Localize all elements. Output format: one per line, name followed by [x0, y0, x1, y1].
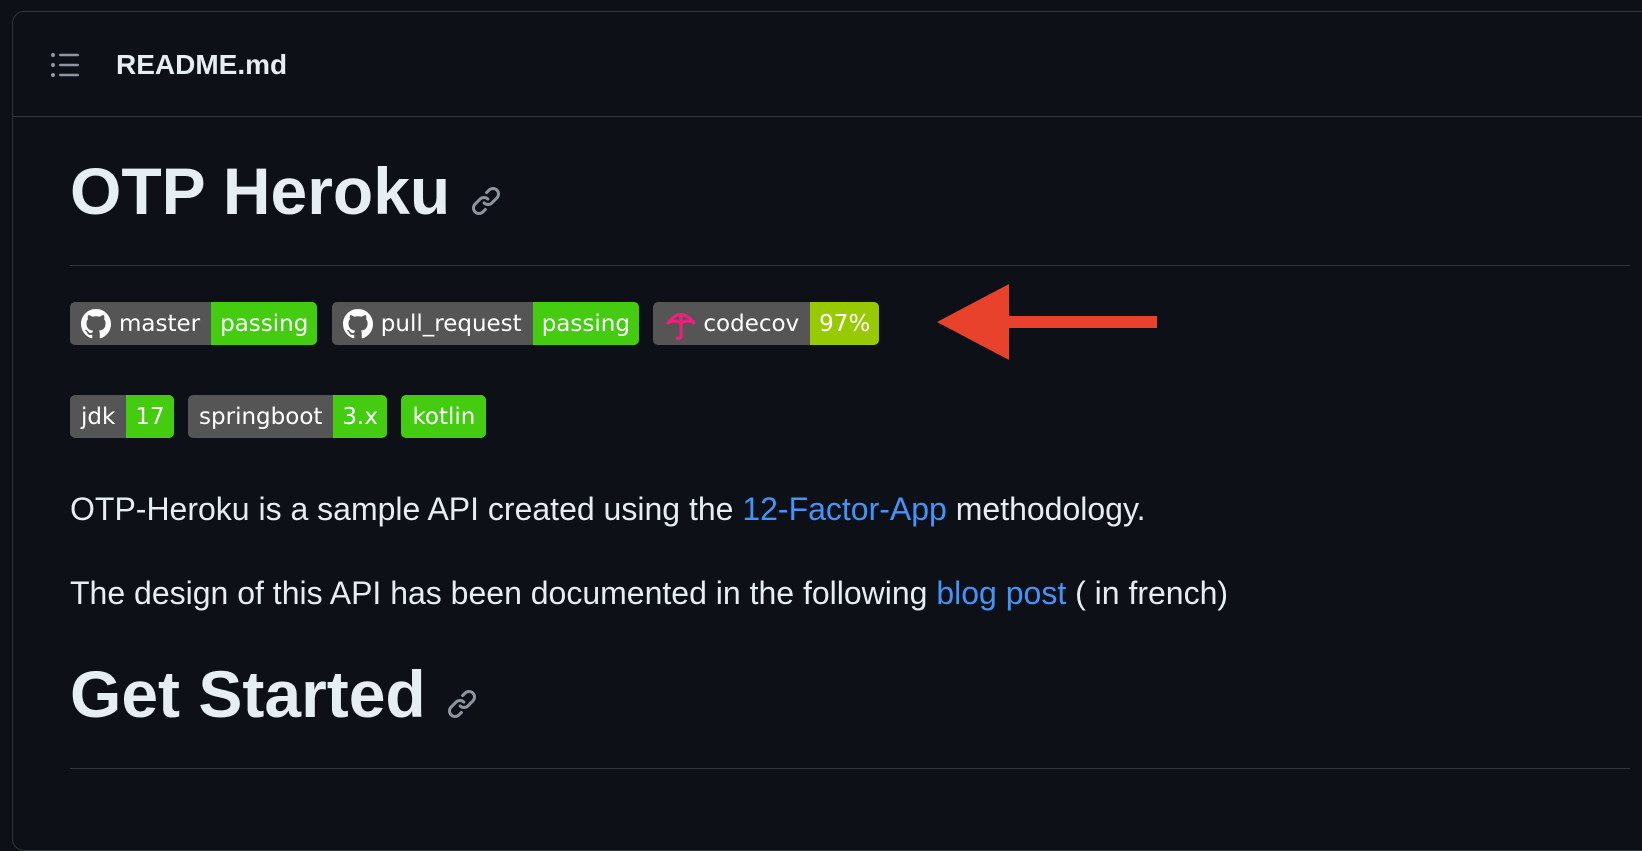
- badge-value: 17: [126, 395, 174, 438]
- badge-label: pull_request: [380, 310, 522, 337]
- readme-title-heading: OTP Heroku: [70, 151, 502, 231]
- badge-value: 97%: [810, 302, 880, 345]
- get-started-heading: Get Started: [70, 654, 478, 734]
- design-paragraph: The design of this API has been document…: [70, 573, 1228, 613]
- paragraph-text: ( in french): [1066, 575, 1229, 611]
- github-icon: [342, 308, 373, 338]
- list-unordered-icon[interactable]: [50, 52, 80, 78]
- badge-label: springboot: [188, 395, 334, 438]
- codecov-badge[interactable]: codecov 97%: [653, 302, 880, 345]
- readme-title: OTP Heroku: [70, 154, 451, 228]
- badge-label: codecov: [703, 310, 800, 337]
- paragraph-text: The design of this API has been document…: [70, 575, 937, 611]
- ci-badges-row: master passing pull_request passing code…: [70, 302, 889, 346]
- paragraph-text: OTP-Heroku is a sample API created using…: [70, 491, 743, 527]
- badge-value: passing: [211, 302, 318, 345]
- link-anchor-icon[interactable]: [446, 688, 478, 720]
- jdk-badge[interactable]: jdk 17: [70, 395, 174, 438]
- red-arrow-left-icon: [937, 284, 1157, 360]
- badge-value: 3.x: [333, 395, 387, 438]
- kotlin-badge[interactable]: kotlin: [401, 395, 487, 438]
- pull-request-build-badge[interactable]: pull_request passing: [331, 302, 639, 345]
- blog-post-link[interactable]: blog post: [936, 575, 1066, 611]
- paragraph-text: methodology.: [946, 491, 1146, 527]
- badge-value: kotlin: [401, 395, 487, 438]
- get-started-title: Get Started: [70, 657, 426, 731]
- title-divider: [70, 265, 1630, 266]
- badge-label-part: codecov: [653, 302, 811, 345]
- readme-header: README.md: [13, 12, 1642, 117]
- github-icon: [81, 308, 111, 338]
- tech-badges-row: jdk 17 springboot 3.x kotlin: [70, 395, 496, 439]
- badge-value: passing: [532, 302, 639, 345]
- badge-label-part: master: [70, 302, 212, 345]
- twelve-factor-link[interactable]: 12-Factor-App: [742, 491, 947, 527]
- master-build-badge[interactable]: master passing: [70, 302, 318, 345]
- intro-paragraph: OTP-Heroku is a sample API created using…: [70, 489, 1145, 529]
- codecov-umbrella-icon: [666, 312, 696, 340]
- link-anchor-icon[interactable]: [470, 185, 502, 217]
- badge-label-part: pull_request: [331, 302, 533, 345]
- get-started-divider: [70, 768, 1630, 769]
- badge-label: master: [119, 310, 201, 337]
- file-name: README.md: [116, 49, 288, 80]
- springboot-badge[interactable]: springboot 3.x: [188, 395, 387, 438]
- badge-label: jdk: [70, 395, 127, 438]
